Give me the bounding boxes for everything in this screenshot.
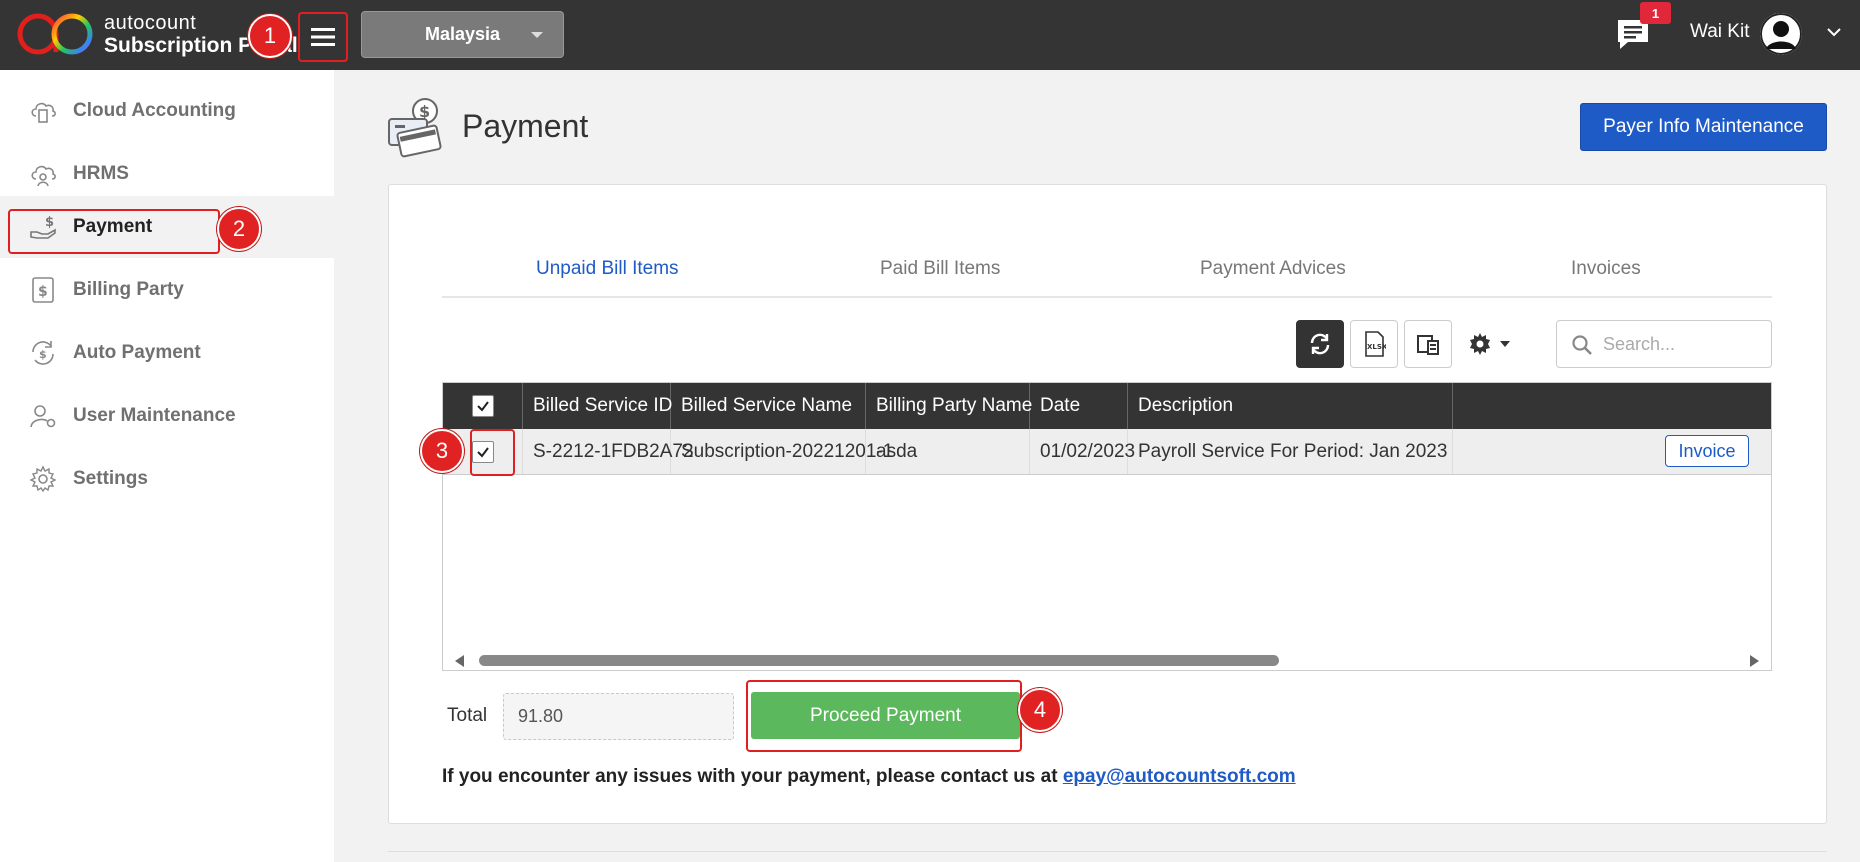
total-amount-field: 91.80 — [503, 693, 734, 740]
horizontal-scrollbar[interactable] — [443, 649, 1771, 670]
user-name[interactable]: Wai Kit — [1690, 21, 1749, 43]
annotation-marker: 3 — [420, 429, 464, 473]
sidebar-item-label: Billing Party — [73, 279, 184, 300]
column-header[interactable]: Billed Service Name — [671, 383, 866, 429]
payment-tabs: Unpaid Bill Items Paid Bill Items Paymen… — [442, 252, 1772, 298]
sidebar-item-label: Payment — [73, 216, 153, 237]
sidebar-item-label: User Maintenance — [73, 405, 236, 426]
hamburger-icon — [311, 28, 335, 46]
contact-text: If you encounter any issues with your pa… — [442, 766, 1063, 787]
auto-payment-icon: $ — [32, 341, 54, 365]
svg-text:$: $ — [38, 284, 48, 300]
tab-paid-bill-items[interactable]: Paid Bill Items — [880, 258, 1000, 280]
column-header-actions — [1453, 383, 1771, 429]
notification-badge: 1 — [1640, 2, 1671, 24]
select-all-cell — [443, 383, 523, 429]
column-header[interactable]: Date — [1030, 383, 1128, 429]
search-box — [1556, 320, 1772, 368]
billed-service-id-cell: S-2212-1FDB2A72 — [523, 429, 694, 474]
checkmark-icon — [476, 446, 489, 458]
tab-unpaid-bill-items[interactable]: Unpaid Bill Items — [536, 258, 679, 280]
sidebar-item-label: Auto Payment — [73, 342, 201, 363]
country-select[interactable]: Malaysia — [361, 11, 564, 58]
xlsx-file-icon: XLSX — [1365, 331, 1386, 357]
sidebar-item-user-maintenance[interactable]: User Maintenance — [0, 385, 334, 447]
date-cell: 01/02/2023 — [1030, 429, 1135, 474]
invoice-button[interactable]: Invoice — [1665, 435, 1749, 467]
scroll-right-arrow-icon[interactable] — [1750, 655, 1759, 667]
grid-settings-dropdown[interactable] — [1468, 326, 1520, 362]
billing-party-name-cell: asda — [866, 429, 1030, 474]
annotation-marker: 4 — [1018, 688, 1062, 732]
svg-text:$: $ — [45, 215, 54, 230]
cloud-accounting-icon — [31, 102, 56, 123]
country-select-value: Malaysia — [424, 24, 501, 44]
divider — [388, 851, 1827, 852]
sidebar: Cloud Accounting HRMS $ Payment $ Billin… — [0, 70, 334, 862]
annotation-marker: 1 — [248, 14, 292, 58]
column-header[interactable]: Billing Party Name — [866, 383, 1032, 429]
hrms-icon — [31, 165, 56, 187]
tab-invoices[interactable]: Invoices — [1571, 258, 1641, 280]
select-all-checkbox[interactable] — [471, 395, 494, 417]
refresh-button[interactable] — [1296, 320, 1344, 368]
settings-gear-icon — [29, 465, 57, 493]
billing-party-icon: $ — [32, 277, 54, 303]
search-icon — [1572, 335, 1592, 355]
user-avatar[interactable] — [1760, 13, 1802, 55]
scrollbar-thumb[interactable] — [479, 655, 1279, 666]
scroll-left-arrow-icon[interactable] — [455, 655, 464, 667]
user-gear-icon — [30, 405, 56, 428]
sidebar-item-payment[interactable]: $ Payment — [0, 196, 334, 258]
contact-email-link[interactable]: epay@autocountsoft.com — [1063, 766, 1296, 787]
sidebar-item-cloud-accounting[interactable]: Cloud Accounting — [0, 80, 334, 142]
user-avatar-icon — [1760, 13, 1802, 55]
caret-down-icon — [1500, 341, 1510, 347]
sidebar-item-billing-party[interactable]: $ Billing Party — [0, 259, 334, 321]
tab-payment-advices[interactable]: Payment Advices — [1200, 258, 1346, 280]
column-chooser-icon — [1417, 335, 1439, 355]
payment-hand-icon: $ — [30, 215, 56, 239]
total-label: Total — [447, 705, 488, 726]
sidebar-item-label: Settings — [73, 468, 148, 489]
row-select-checkbox[interactable] — [471, 440, 494, 463]
proceed-payment-button[interactable]: Proceed Payment — [751, 692, 1020, 739]
page-title: Payment — [462, 108, 589, 144]
hamburger-menu-button[interactable] — [298, 12, 348, 62]
sidebar-item-auto-payment[interactable]: $ Auto Payment — [0, 322, 334, 384]
payment-card-icon: $ — [385, 95, 445, 160]
svg-text:XLSX: XLSX — [1367, 343, 1386, 351]
column-header[interactable]: Billed Service ID — [523, 383, 672, 429]
checkmark-icon — [476, 401, 489, 412]
sidebar-item-settings[interactable]: Settings — [0, 448, 334, 510]
grid-header-row: Billed Service ID Billed Service Name Bi… — [443, 383, 1771, 429]
gear-icon — [1470, 333, 1490, 355]
description-cell: Payroll Service For Period: Jan 2023 — [1128, 429, 1453, 474]
billed-service-name-cell: Subscription-20221201-1 — [671, 429, 893, 474]
refresh-icon — [1310, 333, 1330, 355]
user-menu-chevron-down-icon[interactable] — [1826, 24, 1842, 40]
table-row[interactable]: S-2212-1FDB2A72 Subscription-20221201-1 … — [443, 429, 1771, 475]
sidebar-item-label: HRMS — [73, 163, 129, 184]
svg-text:$: $ — [39, 348, 47, 361]
annotation-marker: 2 — [217, 207, 261, 251]
autocount-logo-mark — [16, 8, 96, 60]
column-chooser-button[interactable] — [1404, 320, 1452, 368]
contact-message: If you encounter any issues with your pa… — [442, 766, 1296, 788]
unpaid-bills-grid: Billed Service ID Billed Service Name Bi… — [442, 382, 1772, 671]
payer-info-maintenance-button[interactable]: Payer Info Maintenance — [1580, 103, 1827, 151]
sidebar-item-label: Cloud Accounting — [73, 100, 236, 121]
column-header[interactable]: Description — [1128, 383, 1453, 429]
export-xlsx-button[interactable]: XLSX — [1350, 320, 1398, 368]
search-input[interactable] — [1603, 331, 1763, 357]
caret-down-icon — [531, 32, 543, 38]
